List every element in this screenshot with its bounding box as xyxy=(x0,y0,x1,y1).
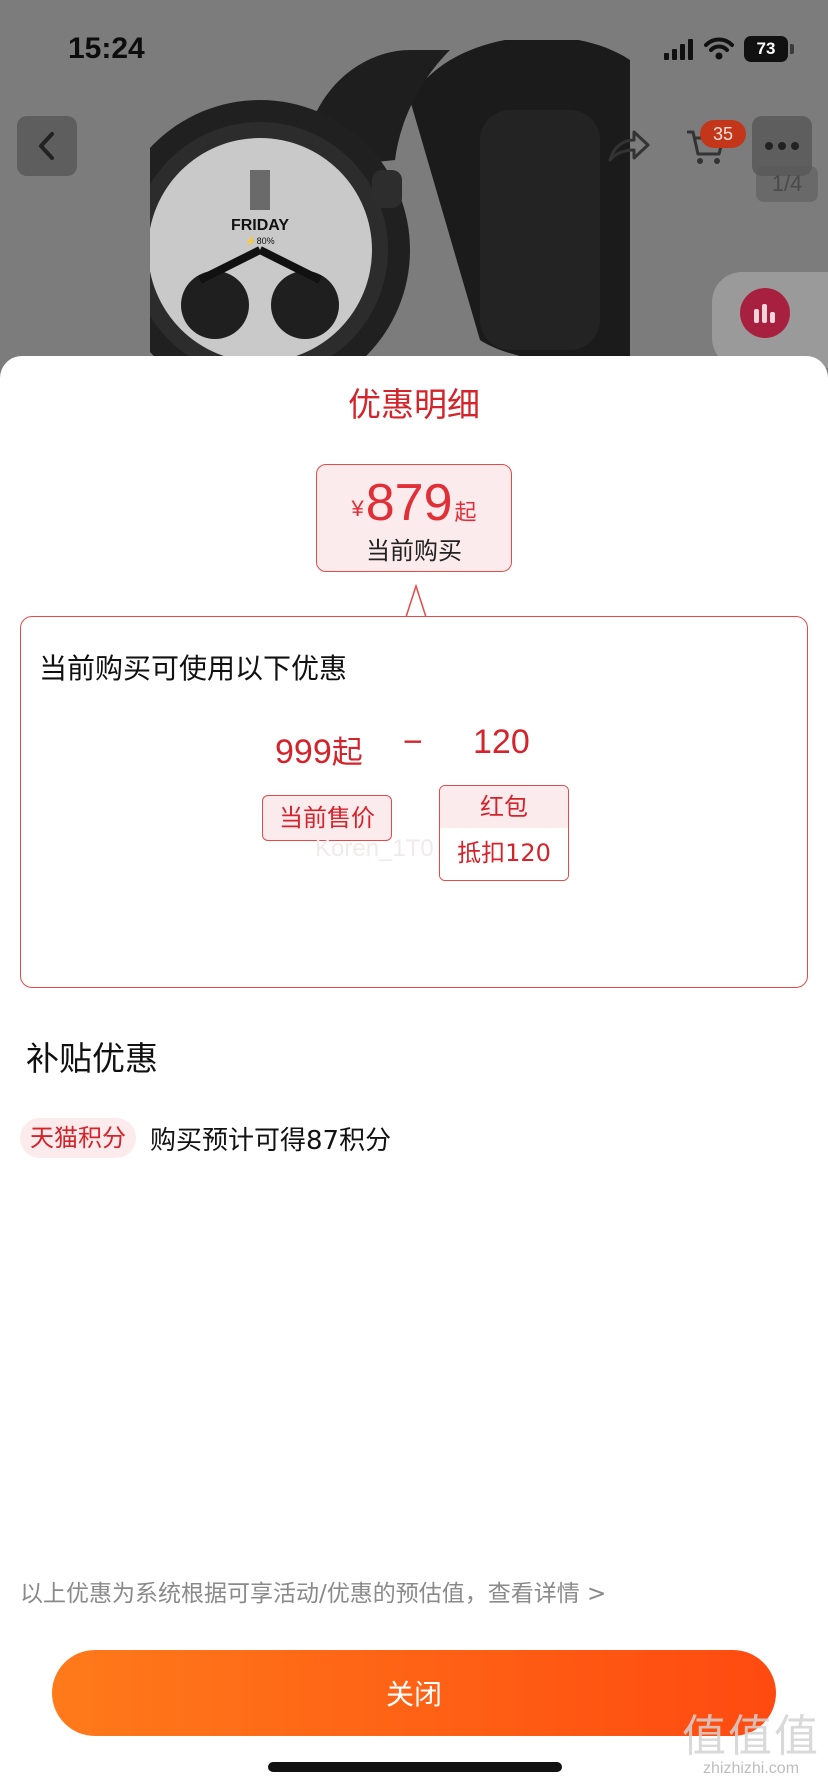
chart-bars-icon[interactable] xyxy=(740,288,790,338)
status-icons: 73 xyxy=(664,36,794,62)
footer-details-link[interactable]: 以上优惠为系统根据可享活动/优惠的预估值，查看详情 > xyxy=(20,1574,606,1608)
sheet-title: 优惠明细 xyxy=(348,385,480,424)
discount-amount: 120 xyxy=(473,723,530,761)
detail-heading: 当前购买可使用以下优惠 xyxy=(39,652,348,685)
close-button[interactable]: 关闭 xyxy=(52,1650,776,1736)
site-watermark-logo: 值值值 xyxy=(682,1711,820,1762)
site-watermark: 值值值 zhizhizhi.com xyxy=(676,1700,826,1778)
share-icon xyxy=(608,130,650,162)
minus-operator: − xyxy=(403,723,423,761)
points-row: 天猫积分 购买预计可得87积分 xyxy=(20,1118,391,1158)
current-price-caption: 当前购买 xyxy=(366,537,462,565)
watch-face-day: FRIDAY xyxy=(231,217,289,234)
original-price-suffix: 起 xyxy=(331,735,363,771)
hongbao-title: 红包 xyxy=(440,786,568,828)
subsidy-section-title: 补贴优惠 xyxy=(26,1039,158,1078)
points-description: 购买预计可得87积分 xyxy=(150,1125,392,1156)
user-watermark: Koren_1T0 xyxy=(315,835,434,862)
wifi-icon xyxy=(704,37,734,60)
watch-face-charge: ⚡80% xyxy=(245,235,274,247)
battery-level: 73 xyxy=(756,39,776,58)
more-dots-icon xyxy=(765,142,799,150)
battery-tip xyxy=(790,44,794,54)
battery-icon: 73 xyxy=(744,36,788,62)
discount-detail-sheet: 优惠明细 ¥879起 当前购买 当前购买可使用以下优惠 999起 − 120 当… xyxy=(0,356,828,1792)
product-watch-image: FRIDAY ⚡80% xyxy=(150,40,630,380)
hongbao-description: 抵扣120 xyxy=(440,828,568,880)
current-price-suffix: 起 xyxy=(454,501,477,526)
current-price-box: ¥879起 当前购买 xyxy=(316,464,512,572)
image-page-indicator: 1/4 xyxy=(756,166,818,202)
current-price-amount: 879 xyxy=(365,474,453,532)
signal-icon xyxy=(664,39,693,60)
currency-symbol: ¥ xyxy=(351,496,364,521)
detail-pointer-arrow xyxy=(384,584,448,618)
product-image-area: FRIDAY ⚡80% 15:24 73 35 1/4 xyxy=(0,0,828,380)
discount-detail-box: 当前购买可使用以下优惠 999起 − 120 当前售价 红包 抵扣120 Kor… xyxy=(20,616,808,988)
tmall-points-tag: 天猫积分 xyxy=(20,1118,136,1158)
back-button[interactable] xyxy=(17,116,77,176)
original-price-amount: 999起 xyxy=(275,727,363,772)
share-button[interactable] xyxy=(598,116,658,176)
current-price-line: ¥879起 xyxy=(317,473,511,533)
status-time: 15:24 xyxy=(68,32,145,65)
home-indicator[interactable] xyxy=(268,1762,562,1772)
cart-count-badge: 35 xyxy=(700,120,746,148)
original-price-value: 999 xyxy=(275,733,332,771)
hongbao-tag: 红包 抵扣120 xyxy=(439,785,569,881)
chevron-left-icon xyxy=(39,132,54,160)
